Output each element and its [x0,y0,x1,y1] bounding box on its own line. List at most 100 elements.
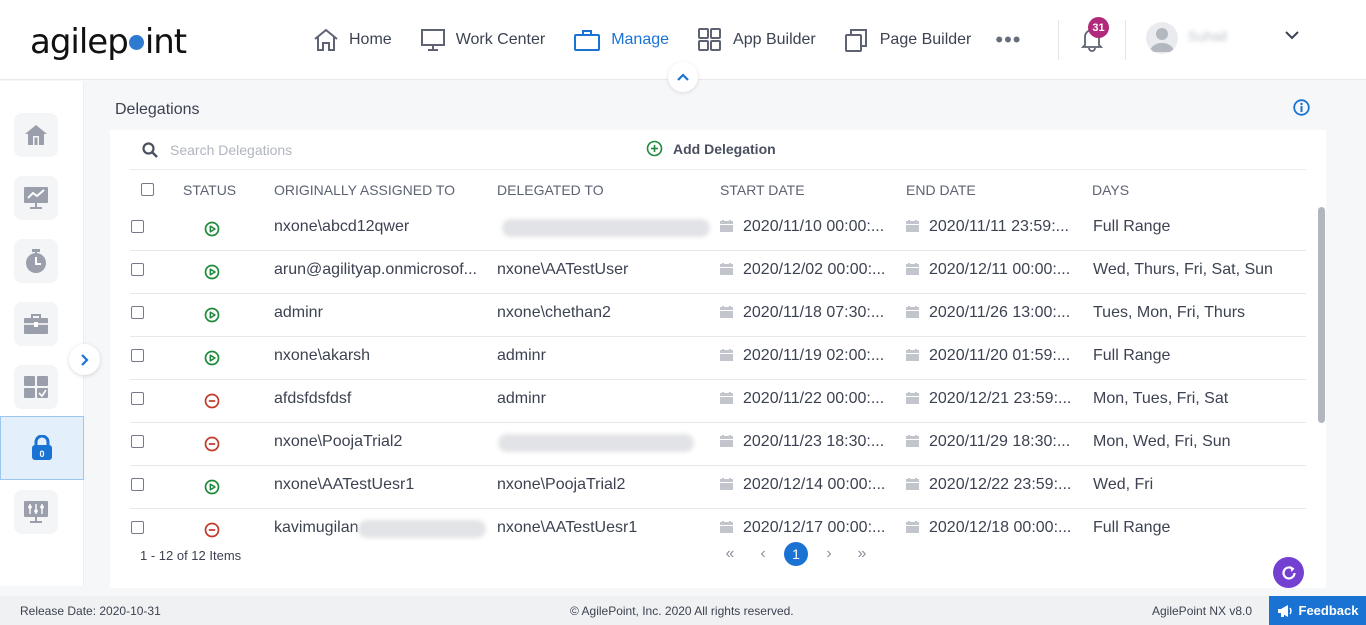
expand-sidebar-button[interactable] [69,344,100,375]
end-date: 2020/12/11 00:00:... [906,261,1086,279]
nav-manage-label: Manage [611,31,670,48]
select-all-checkbox[interactable] [141,183,154,196]
sidebar-item-home[interactable] [14,113,58,157]
last-page-button[interactable]: » [850,542,874,566]
sidebar-item-apps[interactable] [14,365,58,409]
nav-work-center-label: Work Center [455,31,546,48]
row-checkbox[interactable] [131,478,144,491]
inactive-status-icon [204,436,220,452]
release-date: Release Date: 2020-10-31 [20,604,161,618]
table-header: STATUS ORIGINALLY ASSIGNED TO DELEGATED … [110,170,1306,208]
user-menu-toggle[interactable] [1284,28,1300,46]
start-date-value: 2020/11/18 07:30:... [743,304,885,321]
nav-app-builder[interactable]: App Builder [697,28,816,52]
end-date-value: 2020/11/11 23:59:... [929,218,1069,235]
calendar-icon [720,478,733,490]
home-icon [314,28,338,51]
info-button[interactable] [1293,99,1310,121]
home-icon [25,125,47,145]
chevron-right-icon [80,353,89,366]
prev-page-button[interactable]: ‹ [751,542,775,566]
calendar-icon [906,220,919,232]
dashboard-check-icon [24,376,48,398]
more-menu-button[interactable]: ••• [995,27,1021,53]
column-header-start-date[interactable]: START DATE [720,182,805,198]
column-header-assigned[interactable]: ORIGINALLY ASSIGNED TO [274,182,455,198]
pages-icon [844,29,867,52]
megaphone-icon [1277,604,1292,617]
status-indicator [204,350,220,371]
status-indicator [204,221,220,242]
row-checkbox[interactable] [131,263,144,276]
start-date: 2020/11/19 02:00:... [720,347,900,365]
copyright: © AgilePoint, Inc. 2020 All rights reser… [570,604,794,618]
sidebar-item-settings[interactable] [14,490,58,534]
table-row[interactable]: nxone\abcd12qwer 2020/11/10 00:00:... 20… [130,208,1306,251]
redacted-text [358,520,486,538]
divider [1058,20,1059,60]
start-date-value: 2020/11/23 18:30:... [743,433,885,450]
collapse-header-button[interactable] [668,62,698,92]
refresh-button[interactable] [1273,557,1304,588]
agilepoint-logo[interactable]: agilep int [30,22,187,62]
table-scrollbar[interactable] [1318,207,1325,423]
row-checkbox[interactable] [131,521,144,534]
row-checkbox[interactable] [131,392,144,405]
row-checkbox[interactable] [131,220,144,233]
nav-home[interactable]: Home [313,28,392,52]
inactive-status-icon [204,522,220,538]
add-circle-icon [646,140,663,157]
avatar[interactable] [1146,22,1178,54]
table-row[interactable]: adminr nxone\chethan2 2020/11/18 07:30:.… [130,294,1306,337]
feedback-button[interactable]: Feedback [1269,596,1366,625]
sidebar-item-manage[interactable] [14,302,58,346]
row-checkbox[interactable] [131,435,144,448]
page-1-button[interactable]: 1 [784,542,808,566]
add-delegation-button[interactable]: Add Delegation [646,140,776,157]
lock-badge-text: 0 [39,449,44,459]
table-row[interactable]: nxone\AATestUesr1 nxone\PoojaTrial2 2020… [130,466,1306,509]
refresh-icon [1281,565,1296,579]
user-name: Suhail [1188,28,1227,44]
status-indicator [204,307,220,328]
sidebar-item-delegations[interactable]: 0 [0,416,84,480]
nav-page-builder[interactable]: Page Builder [844,27,971,53]
first-page-button[interactable]: « [718,542,742,566]
search-input[interactable] [170,142,470,158]
nav-manage[interactable]: Manage [573,28,669,52]
end-date-value: 2020/12/18 00:00:... [929,519,1072,536]
table-row[interactable]: nxone\akarsh adminr 2020/11/19 02:00:...… [130,337,1306,380]
status-indicator [204,522,220,543]
calendar-icon [720,521,733,533]
end-date: 2020/11/11 23:59:... [906,218,1086,236]
days: Mon, Tues, Fri, Sat [1093,390,1229,407]
end-date: 2020/12/22 23:59:... [906,476,1086,494]
sidebar-item-timer[interactable] [14,239,58,283]
nav-app-builder-label: App Builder [733,31,816,48]
row-checkbox[interactable] [131,306,144,319]
calendar-icon [720,435,733,447]
days: Tues, Mon, Fri, Thurs [1093,304,1246,321]
nav-home-label: Home [349,31,392,48]
end-date: 2020/11/26 13:00:... [906,304,1086,322]
active-status-icon [204,221,220,237]
end-date-value: 2020/11/20 01:59:... [929,347,1071,364]
start-date-value: 2020/11/22 00:00:... [743,390,885,407]
table-row[interactable]: afdsfdsfdsf adminr 2020/11/22 00:00:... … [130,380,1306,423]
sidebar-item-analytics[interactable] [14,176,58,220]
next-page-button[interactable]: › [817,542,841,566]
inactive-status-icon [204,393,220,409]
row-checkbox[interactable] [131,349,144,362]
table-row[interactable]: arun@agilityap.onmicrosof... nxone\AATes… [130,251,1306,294]
table-body: nxone\abcd12qwer 2020/11/10 00:00:... 20… [130,208,1306,552]
column-header-status[interactable]: STATUS [183,182,236,198]
chart-monitor-icon [24,187,48,209]
column-header-delegated[interactable]: DELEGATED TO [497,182,604,198]
nav-work-center[interactable]: Work Center [420,28,546,52]
column-header-days[interactable]: DAYS [1092,182,1129,198]
table-row[interactable]: nxone\PoojaTrial2 2020/11/23 18:30:... 2… [130,423,1306,466]
column-header-end-date[interactable]: END DATE [906,182,976,198]
calendar-icon [720,263,733,275]
end-date-value: 2020/12/11 00:00:... [929,261,1071,278]
calendar-icon [906,478,919,490]
